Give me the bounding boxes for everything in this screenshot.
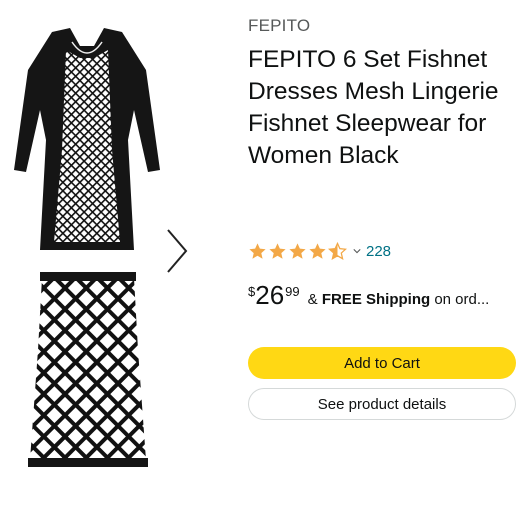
add-to-cart-button[interactable]: Add to Cart: [248, 347, 516, 379]
product-image-gallery[interactable]: [0, 0, 160, 532]
see-product-details-button[interactable]: See product details: [248, 388, 516, 420]
star-icon: [289, 242, 306, 259]
review-count-link[interactable]: 228: [366, 243, 391, 260]
star-icon: [269, 242, 286, 259]
shipping-suffix: on ord...: [434, 291, 490, 308]
brand-name[interactable]: FEPITO: [248, 16, 310, 36]
price-currency-symbol: $: [248, 284, 256, 299]
half-star-icon: [328, 241, 347, 260]
product-image: [14, 28, 160, 467]
rating-row[interactable]: 228: [248, 240, 391, 262]
shipping-ampersand: &: [307, 291, 318, 308]
star-rating: [248, 241, 347, 261]
free-shipping-label: FREE Shipping: [321, 291, 431, 308]
price-whole: 26: [255, 280, 285, 310]
star-icon: [249, 242, 266, 259]
price-fraction: 99: [285, 284, 300, 299]
product-title[interactable]: FEPITO 6 Set Fishnet Dresses Mesh Linger…: [248, 44, 524, 172]
chevron-right-icon[interactable]: [160, 226, 194, 276]
price-row: $ 26 99 & FREE Shipping on ord...: [248, 280, 528, 310]
chevron-down-icon[interactable]: [353, 247, 361, 255]
shipping-info: & FREE Shipping on ord...: [308, 291, 490, 308]
star-icon: [309, 242, 326, 259]
